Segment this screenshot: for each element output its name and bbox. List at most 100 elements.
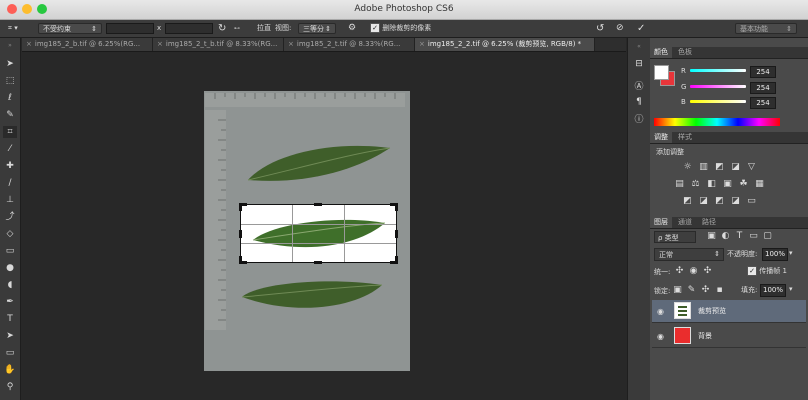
brightness-contrast-icon[interactable]: ☼ bbox=[682, 162, 693, 172]
toolbox-collapse-icon[interactable]: » bbox=[3, 40, 17, 52]
filter-adjustment-icon[interactable]: ◐ bbox=[720, 231, 731, 241]
crop-handle-top-right[interactable] bbox=[395, 203, 398, 211]
channel-b-slider[interactable] bbox=[690, 100, 746, 103]
tab-color[interactable]: 颜色 bbox=[650, 47, 672, 58]
exposure-icon[interactable]: ◪ bbox=[730, 162, 741, 172]
threshold-icon[interactable]: ◩ bbox=[714, 196, 725, 206]
eyedropper-tool-icon[interactable]: ⁄ bbox=[3, 143, 17, 155]
commit-check-icon[interactable]: ✓ bbox=[637, 23, 645, 34]
move-tool-icon[interactable]: ➤ bbox=[3, 58, 17, 70]
delete-cropped-checkbox[interactable]: ✓ 删除裁剪的像素 bbox=[370, 23, 431, 34]
channel-g-input[interactable]: 254 bbox=[750, 82, 776, 94]
eraser-tool-icon[interactable]: ◇ bbox=[3, 228, 17, 240]
crop-handle-left[interactable] bbox=[239, 230, 242, 238]
photo-filter-icon[interactable]: ▣ bbox=[722, 179, 733, 189]
dodge-tool-icon[interactable]: ◖ bbox=[3, 279, 17, 291]
invert-icon[interactable]: ◩ bbox=[682, 196, 693, 206]
tab-doc-1[interactable]: × img185_2_b.tif @ 6.25%(RG... bbox=[22, 38, 153, 51]
crop-handle-bottom-right[interactable] bbox=[395, 256, 398, 264]
channel-r-slider[interactable] bbox=[690, 69, 746, 72]
blend-mode-select[interactable]: 正常 ⇕ bbox=[654, 248, 724, 261]
view-select[interactable]: 三等分 ⇕ bbox=[298, 23, 336, 34]
layer-name[interactable]: 裁剪预览 bbox=[698, 306, 726, 316]
posterize-icon[interactable]: ◪ bbox=[698, 196, 709, 206]
lock-all-icon[interactable]: ▪ bbox=[714, 285, 725, 295]
curves-icon[interactable]: ◩ bbox=[714, 162, 725, 172]
tab-doc-2[interactable]: × img185_2_t_b.tif @ 8.33%(RG... bbox=[153, 38, 284, 51]
clear-rotate-icon[interactable]: ↻ bbox=[218, 23, 226, 34]
tab-layers[interactable]: 图层 bbox=[650, 217, 672, 228]
info-panel-icon[interactable]: ⓘ bbox=[633, 114, 645, 126]
height-input[interactable] bbox=[165, 23, 213, 34]
close-icon[interactable]: × bbox=[419, 40, 425, 48]
crop-handle-top[interactable] bbox=[314, 203, 322, 206]
width-input[interactable] bbox=[106, 23, 154, 34]
filter-shape-icon[interactable]: ▭ bbox=[748, 231, 759, 241]
vibrance-icon[interactable]: ▽ bbox=[746, 162, 757, 172]
shape-tool-icon[interactable]: ▭ bbox=[3, 347, 17, 359]
tab-doc-3[interactable]: × img185_2_t.tif @ 8.33%(RG... bbox=[284, 38, 415, 51]
pen-tool-icon[interactable]: ✒ bbox=[3, 296, 17, 308]
character-panel-icon[interactable]: Ⓐ bbox=[633, 81, 645, 93]
crop-handle-bottom[interactable] bbox=[314, 261, 322, 264]
crop-tool-icon[interactable]: ⌗ bbox=[3, 126, 17, 138]
brush-tool-icon[interactable]: ∕ bbox=[3, 177, 17, 189]
gear-icon[interactable]: ⚙ bbox=[348, 23, 356, 34]
layer-filter-select[interactable]: ρ 类型 bbox=[654, 231, 696, 243]
opacity-dropdown-icon[interactable]: ▾ bbox=[789, 249, 793, 257]
close-icon[interactable]: × bbox=[288, 40, 294, 48]
channel-r-input[interactable]: 254 bbox=[750, 66, 776, 78]
hand-tool-icon[interactable]: ✋ bbox=[3, 364, 17, 376]
crop-handle-bottom-left[interactable] bbox=[239, 256, 242, 264]
zoom-tool-icon[interactable]: ⚲ bbox=[3, 381, 17, 393]
reset-icon[interactable]: ↺ bbox=[596, 23, 604, 34]
lasso-tool-icon[interactable]: ℓ bbox=[3, 92, 17, 104]
straighten-icon[interactable]: ⊷ bbox=[234, 23, 240, 34]
quick-select-tool-icon[interactable]: ✎ bbox=[3, 109, 17, 121]
gradient-tool-icon[interactable]: ▭ bbox=[3, 245, 17, 257]
filter-smart-object-icon[interactable]: ▢ bbox=[762, 231, 773, 241]
unify-position-icon[interactable]: ✣ bbox=[674, 266, 685, 276]
lock-image-icon[interactable]: ✎ bbox=[686, 285, 697, 295]
crop-handle-right[interactable] bbox=[395, 230, 398, 238]
healing-brush-tool-icon[interactable]: ✚ bbox=[3, 160, 17, 172]
levels-icon[interactable]: ▥ bbox=[698, 162, 709, 172]
tab-doc-4[interactable]: × img185_2_2.tif @ 6.25% (裁剪预览, RGB/8) * bbox=[415, 38, 595, 51]
visibility-eye-icon[interactable]: ◉ bbox=[657, 332, 664, 341]
tab-channels[interactable]: 通道 bbox=[674, 217, 696, 228]
lock-position-icon[interactable]: ✣ bbox=[700, 285, 711, 295]
opacity-input[interactable]: 100% bbox=[762, 248, 788, 261]
foreground-color-swatch[interactable] bbox=[654, 65, 669, 80]
tab-swatches[interactable]: 色板 bbox=[674, 47, 696, 58]
channel-b-input[interactable]: 254 bbox=[750, 97, 776, 109]
hue-saturation-icon[interactable]: ▤ bbox=[674, 179, 685, 189]
crop-handle-top-left[interactable] bbox=[239, 203, 242, 211]
gradient-map-icon[interactable]: ▭ bbox=[746, 196, 757, 206]
cancel-icon[interactable]: ⊘ bbox=[616, 23, 624, 34]
fill-input[interactable]: 100% bbox=[760, 284, 786, 297]
path-select-tool-icon[interactable]: ➤ bbox=[3, 330, 17, 342]
workspace-select[interactable]: 基本功能 ⇕ bbox=[735, 23, 797, 34]
straighten-label[interactable]: 拉直 bbox=[257, 23, 271, 34]
type-tool-icon[interactable]: T bbox=[3, 313, 17, 325]
color-balance-icon[interactable]: ⚖ bbox=[690, 179, 701, 189]
color-lookup-icon[interactable]: ▦ bbox=[754, 179, 765, 189]
tool-preset-picker[interactable]: ⌗ ▾ bbox=[8, 23, 30, 34]
tab-styles[interactable]: 样式 bbox=[674, 132, 696, 143]
black-white-icon[interactable]: ◧ bbox=[706, 179, 717, 189]
clone-stamp-tool-icon[interactable]: ⊥ bbox=[3, 194, 17, 206]
lock-transparent-icon[interactable]: ▣ bbox=[672, 285, 683, 295]
propagate-frame-checkbox[interactable]: ✓ 传播帧 1 bbox=[747, 266, 787, 276]
fill-dropdown-icon[interactable]: ▾ bbox=[789, 285, 793, 293]
filter-pixel-icon[interactable]: ▣ bbox=[706, 231, 717, 241]
ratio-select[interactable]: 不受约束 ⇕ bbox=[38, 23, 102, 34]
crop-box[interactable] bbox=[239, 203, 398, 264]
channel-mixer-icon[interactable]: ☘ bbox=[738, 179, 749, 189]
unify-style-icon[interactable]: ✣ bbox=[702, 266, 713, 276]
filter-type-icon[interactable]: T bbox=[734, 231, 745, 241]
tab-adjustments[interactable]: 调整 bbox=[650, 132, 672, 143]
tab-paths[interactable]: 路径 bbox=[698, 217, 720, 228]
paragraph-panel-icon[interactable]: ¶ bbox=[633, 96, 645, 108]
close-icon[interactable]: × bbox=[157, 40, 163, 48]
history-brush-tool-icon[interactable]: ⤴ bbox=[3, 211, 17, 223]
